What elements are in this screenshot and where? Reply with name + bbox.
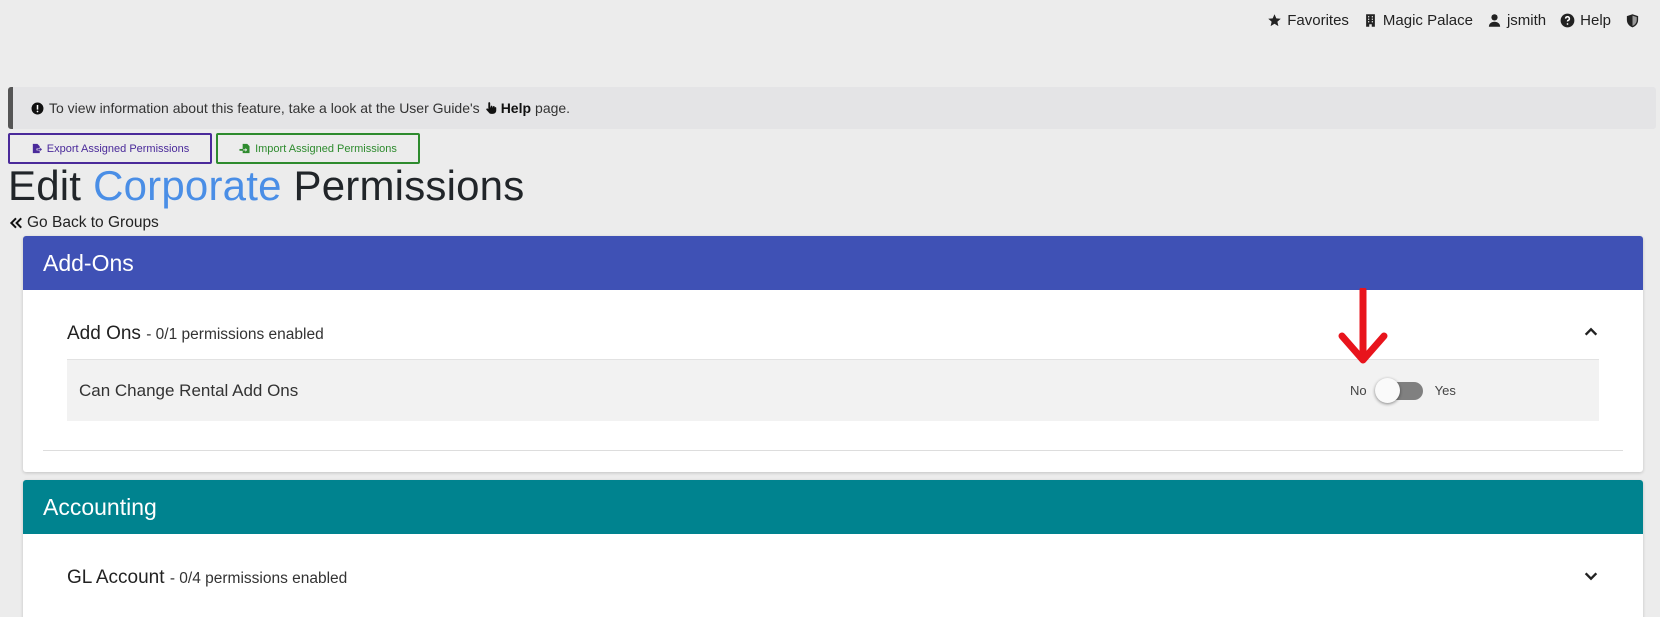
group-title: GL Account - 0/4 permissions enabled <box>67 567 347 589</box>
file-export-icon <box>32 143 42 154</box>
user-label: jsmith <box>1506 12 1547 29</box>
user-guide-help-link[interactable]: Help <box>484 100 531 116</box>
group-name: GL Account <box>67 567 165 588</box>
back-to-groups-link[interactable]: Go Back to Groups <box>9 214 159 232</box>
chevron-up-icon[interactable] <box>1583 324 1599 345</box>
shield-icon <box>1626 14 1639 28</box>
group-permission-count: - 0/1 permissions enabled <box>146 326 324 343</box>
permission-label: Can Change Rental Add Ons <box>79 380 299 400</box>
section-divider <box>43 450 1623 451</box>
hand-pointer-icon <box>485 102 496 114</box>
back-link-label: Go Back to Groups <box>27 214 159 231</box>
permission-row: Can Change Rental Add Ons No Yes <box>67 359 1599 421</box>
building-icon <box>1366 14 1375 27</box>
red-arrow-annotation <box>1338 288 1388 364</box>
accounting-section-header: Accounting <box>23 480 1643 534</box>
export-permissions-button[interactable]: Export Assigned Permissions <box>8 133 212 164</box>
exclamation-circle-icon <box>31 102 44 114</box>
question-circle-icon <box>1560 13 1575 28</box>
permission-toggle-group: No Yes <box>1350 360 1456 421</box>
title-suffix: Permissions <box>293 162 525 209</box>
toggle-no-label: No <box>1350 383 1367 398</box>
star-icon <box>1268 14 1281 27</box>
toggle-knob <box>1374 377 1400 403</box>
title-group-name: Corporate <box>93 162 282 209</box>
help-link[interactable]: Help <box>1560 12 1611 29</box>
page-title: Edit Corporate Permissions <box>8 162 524 210</box>
permission-toggle-switch[interactable] <box>1374 377 1423 403</box>
privacy-shield-button[interactable] <box>1625 13 1640 28</box>
export-label: Export Assigned Permissions <box>46 142 190 155</box>
property-label: Magic Palace <box>1382 12 1473 29</box>
user-icon <box>1488 14 1501 27</box>
favorites-link[interactable]: Favorites <box>1267 12 1349 29</box>
group-permission-count: - 0/4 permissions enabled <box>169 570 348 587</box>
info-alert: To view information about this feature, … <box>8 87 1656 129</box>
alert-text: To view information about this feature, … <box>49 100 480 116</box>
top-nav: Favorites Magic Palace jsmith Help <box>1267 12 1640 29</box>
help-label: Help <box>1580 12 1611 29</box>
property-link[interactable]: Magic Palace <box>1363 12 1473 29</box>
import-permissions-button[interactable]: Import Assigned Permissions <box>216 133 420 164</box>
group-name: Add Ons <box>67 323 141 344</box>
file-import-icon <box>239 143 250 154</box>
import-label: Import Assigned Permissions <box>255 142 397 155</box>
favorites-label: Favorites <box>1287 12 1349 29</box>
alert-text-end: page. <box>535 100 571 116</box>
addons-section-header: Add-Ons <box>23 236 1643 290</box>
user-link[interactable]: jsmith <box>1487 12 1546 29</box>
addons-section-card: Add-Ons Add Ons - 0/1 permissions enable… <box>23 236 1643 472</box>
chevron-down-icon[interactable] <box>1583 568 1599 589</box>
title-prefix: Edit <box>8 162 82 209</box>
group-title: Add Ons - 0/1 permissions enabled <box>67 323 324 345</box>
accounting-section-card: Accounting GL Account - 0/4 permissions … <box>23 480 1643 617</box>
gl-account-group-header[interactable]: GL Account - 0/4 permissions enabled <box>67 567 1599 589</box>
double-chevron-left-icon <box>9 217 22 229</box>
help-link-label: Help <box>500 100 532 116</box>
toggle-yes-label: Yes <box>1434 383 1456 398</box>
